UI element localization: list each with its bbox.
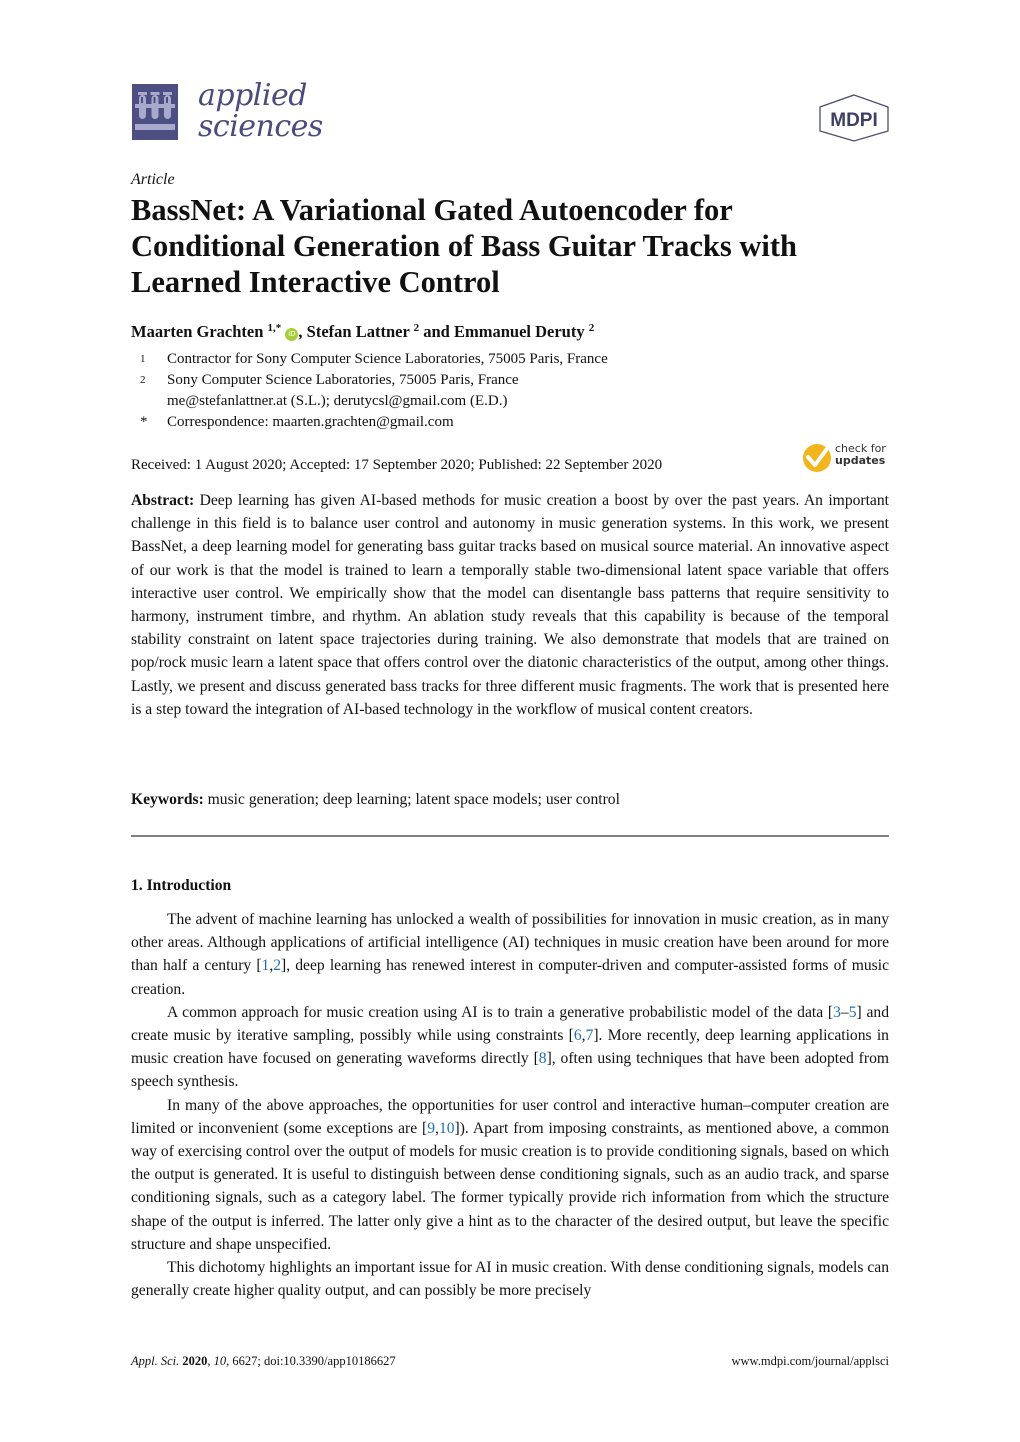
affiliation-text: Sony Computer Science Laboratories, 7500… [167,372,519,388]
citation-link[interactable]: 2 [273,957,281,974]
citation-link[interactable]: 6 [574,1027,582,1044]
check-mark-icon [803,444,831,472]
test-tubes-icon [132,84,178,140]
affiliation-text: me@stefanlattner.at (S.L.); derutycsl@gm… [167,393,508,409]
body-paragraph: This dichotomy highlights an important i… [131,1256,889,1302]
citation-link[interactable]: 3 [833,1004,841,1021]
paragraph-text: This dichotomy highlights an important i… [131,1259,889,1300]
keywords: Keywords: music generation; deep learnin… [131,788,889,811]
paragraph-text: A common approach for music creation usi… [167,1003,834,1021]
author-separator: and [419,322,454,341]
mdpi-logo: MDPI [817,93,891,148]
citation-link[interactable]: 10 [439,1120,455,1137]
journal-name: applied sciences [198,80,323,142]
journal-name-line2: sciences [198,109,323,144]
citation-link[interactable]: 5 [849,1004,857,1021]
affiliation-text: Contractor for Sony Computer Science Lab… [167,351,608,367]
publication-dates: Received: 1 August 2020; Accepted: 17 Se… [131,457,663,473]
footer-volume: 10 [213,1354,227,1368]
article-type: Article [131,171,175,188]
author-affil-mark: 1,* [267,322,282,334]
check-for-updates-badge[interactable]: check for updates [802,443,892,473]
citation-link[interactable]: 9 [427,1120,435,1137]
introduction-body: The advent of machine learning has unloc… [131,908,889,1302]
author-affil-mark: 2 [588,322,595,334]
keywords-label: Keywords: [131,791,204,808]
affiliation-mark: 1 [140,353,146,365]
check-updates-line2: updates [835,454,886,467]
journal-abbrev: Appl. Sci. [131,1354,180,1368]
journal-logo: applied sciences [132,80,323,144]
affiliation-mark: 2 [140,374,146,386]
citation-footer: Appl. Sci. 2020, 10, 6627; doi:10.3390/a… [131,1354,396,1368]
body-paragraph: In many of the above approaches, the opp… [131,1094,889,1256]
author-name: Emmanuel Deruty [453,322,585,341]
abstract: Abstract: Deep learning has given AI-bas… [131,489,889,721]
keywords-text: music generation; deep learning; latent … [207,791,620,808]
affiliation-mark: * [140,414,148,430]
orcid-icon[interactable]: iD [285,328,299,341]
section-heading: 1. Introduction [131,877,232,894]
journal-name-line1: applied [198,78,307,113]
paragraph-text: ]). Apart from imposing constraints, as … [131,1119,889,1253]
section-divider [131,835,889,837]
author-separator: , [298,322,307,341]
body-paragraph: The advent of machine learning has unloc… [131,908,889,1001]
abstract-label: Abstract: [131,492,195,509]
affiliation-text: Correspondence: maarten.grachten@gmail.c… [167,414,454,430]
abstract-text: Deep learning has given AI-based methods… [131,492,889,718]
paragraph-text: – [840,1003,849,1021]
mdpi-logo-text: MDPI [830,110,878,131]
author-name: Stefan Lattner [306,322,410,341]
author-name: Maarten Grachten [131,322,264,341]
footer-year: 2020 [182,1354,208,1368]
citation-link[interactable]: 8 [539,1050,547,1067]
paper-title: BassNet: A Variational Gated Autoencoder… [131,193,797,299]
author-list: Maarten Grachten 1,* iD, Stefan Lattner … [131,322,594,342]
body-paragraph: A common approach for music creation usi… [131,1001,889,1094]
footer-doi: , 6627; doi:10.3390/app10186627 [226,1354,396,1368]
journal-url-link[interactable]: www.mdpi.com/journal/applsci [691,1354,890,1369]
